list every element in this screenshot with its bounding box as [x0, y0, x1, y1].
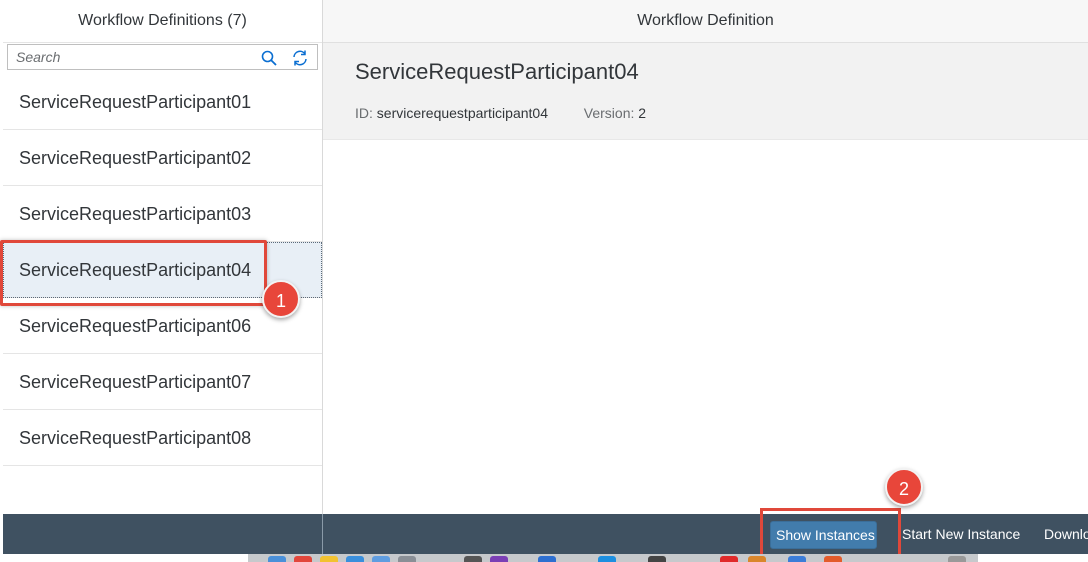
- list-item[interactable]: ServiceRequestParticipant02: [3, 130, 322, 186]
- list-item[interactable]: ServiceRequestParticipant08: [3, 410, 322, 466]
- search-field[interactable]: [7, 44, 318, 70]
- detail-panel: Workflow Definition ServiceRequestPartic…: [323, 0, 1088, 514]
- dock-app-icon[interactable]: [748, 556, 766, 562]
- os-dock: [248, 554, 978, 562]
- dock-app-icon[interactable]: [598, 556, 616, 562]
- dock-app-icon[interactable]: [268, 556, 286, 562]
- master-panel: Workflow Definitions (7) ServiceRequestP…: [3, 0, 323, 514]
- dock-app-icon[interactable]: [948, 556, 966, 562]
- version-value: 2: [638, 105, 647, 121]
- object-header: ServiceRequestParticipant04 ID: servicer…: [323, 43, 1088, 140]
- object-title: ServiceRequestParticipant04: [355, 59, 639, 84]
- footer-divider: [322, 514, 323, 554]
- detail-body: [323, 140, 1088, 514]
- dock-app-icon[interactable]: [346, 556, 364, 562]
- show-instances-button[interactable]: Show Instances: [770, 521, 877, 549]
- dock-app-icon[interactable]: [490, 556, 508, 562]
- id-value: servicerequestparticipant04: [376, 105, 548, 121]
- step-badge-1: 1: [262, 280, 300, 318]
- dock-app-icon[interactable]: [648, 556, 666, 562]
- start-new-instance-button[interactable]: Start New Instance: [892, 521, 1030, 547]
- list-item[interactable]: ServiceRequestParticipant07: [3, 354, 322, 410]
- id-label: ID:: [355, 105, 373, 121]
- step-badge-2: 2: [885, 468, 923, 506]
- download-button[interactable]: Downlo: [1034, 521, 1088, 547]
- list-item[interactable]: ServiceRequestParticipant01: [3, 74, 322, 130]
- detail-title: Workflow Definition: [323, 0, 1088, 43]
- dock-app-icon[interactable]: [720, 556, 738, 562]
- definition-list: ServiceRequestParticipant01 ServiceReque…: [3, 74, 322, 466]
- dock-app-icon[interactable]: [824, 556, 842, 562]
- refresh-icon[interactable]: [291, 49, 309, 67]
- master-title: Workflow Definitions (7): [3, 0, 322, 43]
- dock-app-icon[interactable]: [372, 556, 390, 562]
- search-icon[interactable]: [260, 49, 278, 67]
- search-input[interactable]: [16, 48, 246, 66]
- object-attributes: ID: servicerequestparticipant04 Version:…: [355, 105, 646, 121]
- dock-app-icon[interactable]: [294, 556, 312, 562]
- dock-app-icon[interactable]: [538, 556, 556, 562]
- dock-app-icon[interactable]: [398, 556, 416, 562]
- list-item[interactable]: ServiceRequestParticipant03: [3, 186, 322, 242]
- dock-app-icon[interactable]: [788, 556, 806, 562]
- dock-app-icon[interactable]: [464, 556, 482, 562]
- footer-toolbar: Show Instances Start New Instance Downlo: [3, 514, 1088, 554]
- version-label: Version:: [583, 105, 635, 121]
- dock-app-icon[interactable]: [320, 556, 338, 562]
